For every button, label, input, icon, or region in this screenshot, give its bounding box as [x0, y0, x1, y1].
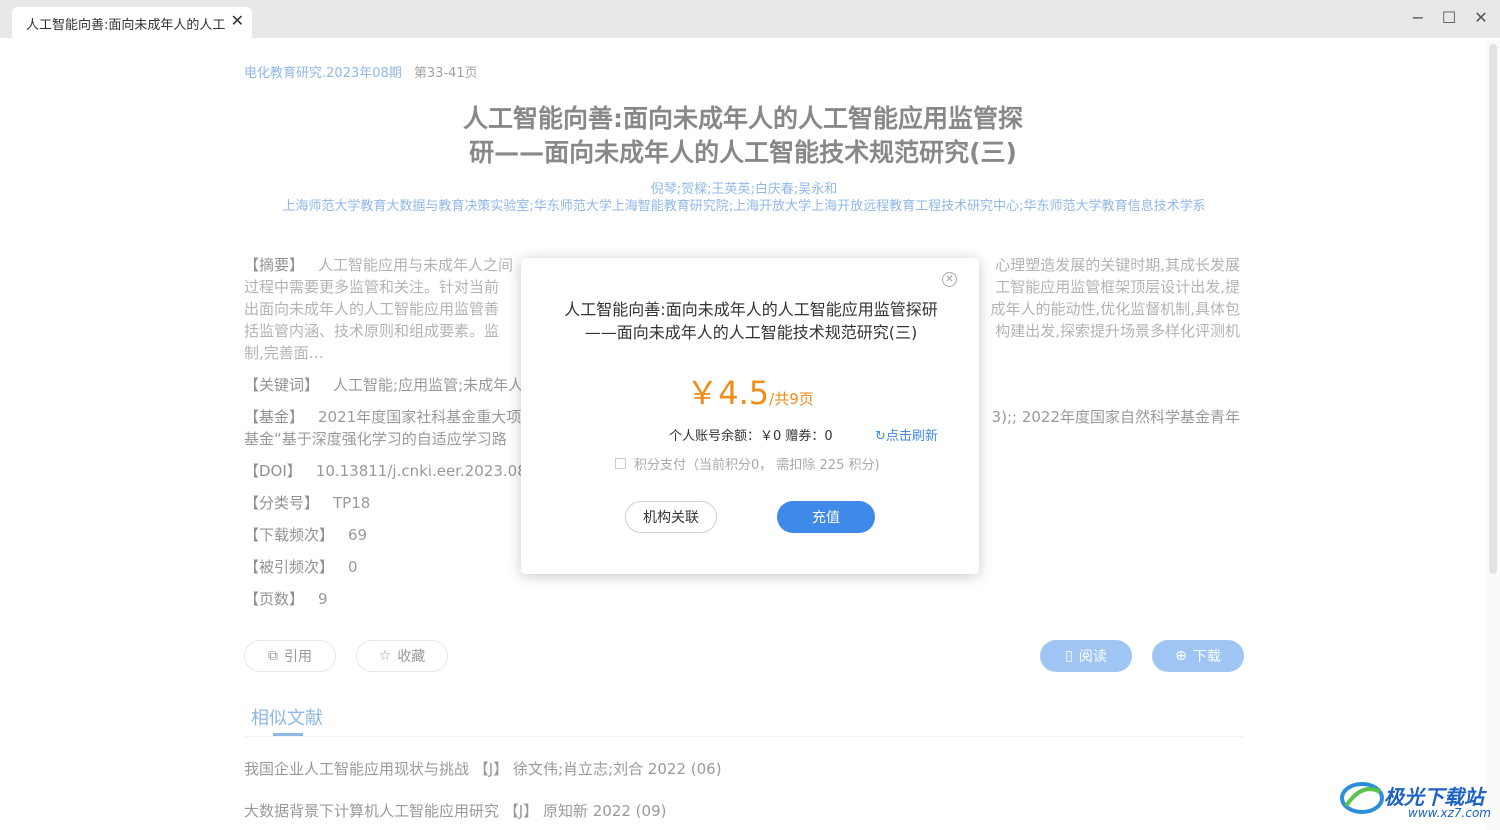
- tab-close-icon[interactable]: ✕: [231, 11, 244, 30]
- close-icon[interactable]: ✕: [942, 272, 957, 287]
- org-link-label: 机构关联: [643, 510, 699, 526]
- price: ￥4.5/共9页: [521, 368, 979, 414]
- dialog-title-line: ——面向未成年人的人工智能技术规范研究(三): [584, 323, 918, 342]
- title-bar: 人工智能向善:面向未成年人的人工智能 ✕ − ☐ ✕: [0, 0, 1500, 38]
- minimize-button[interactable]: −: [1406, 6, 1430, 30]
- points-checkbox[interactable]: [615, 458, 626, 469]
- watermark-url: www.xz7.com: [1408, 806, 1491, 820]
- price-pages: /共9页: [769, 390, 814, 408]
- maximize-button[interactable]: ☐: [1437, 6, 1461, 30]
- recharge-label: 充值: [812, 510, 840, 526]
- tab-title: 人工智能向善:面向未成年人的人工智能: [26, 18, 226, 33]
- account-balance: 个人账号余额：￥0 赠券：0: [669, 429, 833, 444]
- browser-tab[interactable]: 人工智能向善:面向未成年人的人工智能 ✕: [12, 7, 252, 38]
- refresh-icon: ↻: [875, 429, 886, 444]
- price-amount: ￥4.5: [686, 374, 770, 412]
- points-payment[interactable]: 积分支付（当前积分0， 需扣除 225 积分): [615, 454, 880, 473]
- close-button[interactable]: ✕: [1469, 6, 1493, 30]
- dialog-title: 人工智能向善:面向未成年人的人工智能应用监管探研 ——面向未成年人的人工智能技术…: [551, 298, 951, 344]
- org-link-button[interactable]: 机构关联: [625, 501, 717, 533]
- purchase-dialog: ✕ 人工智能向善:面向未成年人的人工智能应用监管探研 ——面向未成年人的人工智能…: [521, 258, 979, 574]
- refresh-label: 点击刷新: [885, 429, 938, 444]
- recharge-button[interactable]: 充值: [777, 501, 875, 533]
- refresh-link[interactable]: ↻点击刷新: [875, 425, 938, 444]
- points-label: 积分支付（当前积分0， 需扣除 225 积分): [634, 458, 880, 473]
- dialog-title-line: 人工智能向善:面向未成年人的人工智能应用监管探研: [564, 300, 938, 319]
